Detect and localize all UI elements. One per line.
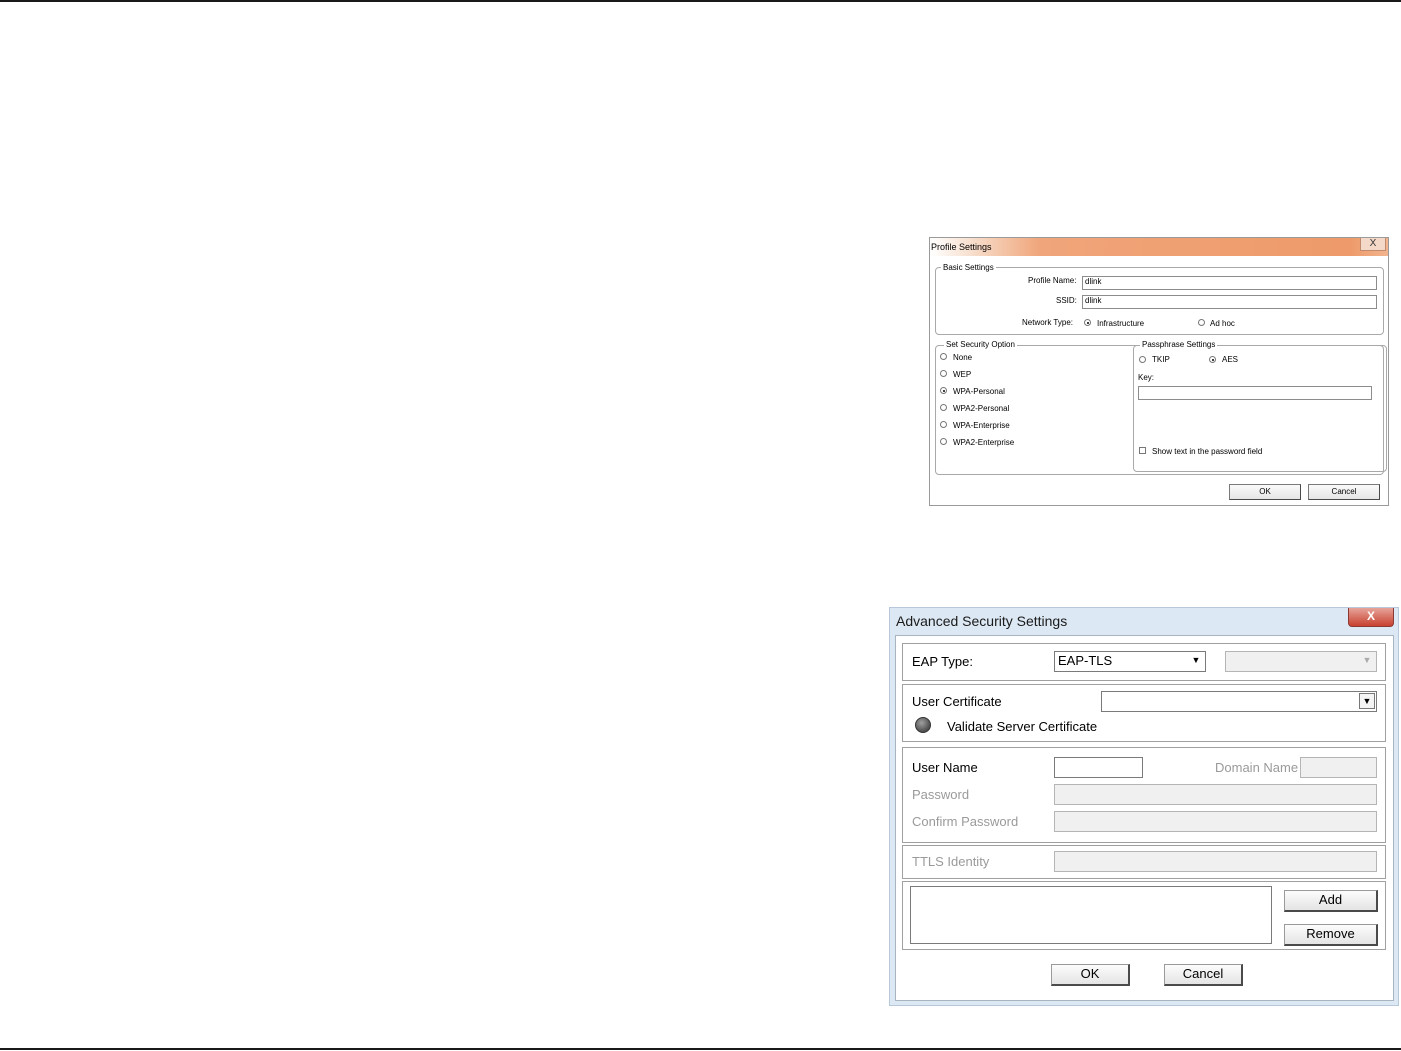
ok-button[interactable]: OK bbox=[1051, 964, 1130, 986]
profile-name-label: Profile Name: bbox=[1028, 276, 1077, 285]
network-type-label: Network Type: bbox=[1022, 318, 1073, 327]
add-button[interactable]: Add bbox=[1284, 890, 1378, 912]
show-text-label: Show text in the password field bbox=[1152, 447, 1263, 456]
ok-button[interactable]: OK bbox=[1229, 484, 1301, 500]
security-option-label-wpa-personal: WPA-Personal bbox=[953, 387, 1005, 396]
security-wpa2-personal-radio[interactable] bbox=[940, 404, 947, 411]
aes-label: AES bbox=[1222, 355, 1239, 364]
profile-settings-titlebar: Profile Settings X bbox=[930, 238, 1388, 256]
security-wpa-personal-radio[interactable] bbox=[940, 387, 947, 394]
validate-server-certificate-toggle[interactable] bbox=[915, 717, 931, 733]
security-option-label-wpa2-enterprise: WPA2-Enterprise bbox=[953, 438, 1015, 447]
profile-name-field[interactable]: dlink bbox=[1082, 276, 1377, 290]
security-option-label: Set Security Option bbox=[944, 340, 1017, 349]
eap-type-select[interactable]: EAP-TLS ▼ bbox=[1054, 651, 1206, 672]
dialog-title: Advanced Security Settings bbox=[896, 613, 1068, 629]
password-label: Password bbox=[912, 787, 970, 802]
chevron-down-icon: ▼ bbox=[1359, 653, 1375, 669]
close-icon[interactable]: X bbox=[1348, 608, 1394, 627]
eap-type-label: EAP Type: bbox=[912, 654, 973, 669]
security-wpa-enterprise-radio[interactable] bbox=[940, 421, 947, 428]
security-wep-radio[interactable] bbox=[940, 370, 947, 377]
cancel-button[interactable]: Cancel bbox=[1308, 484, 1380, 500]
remove-button[interactable]: Remove bbox=[1284, 924, 1378, 946]
basic-settings-label: Basic Settings bbox=[941, 263, 996, 272]
tkip-label: TKIP bbox=[1152, 355, 1170, 364]
confirm-password-field bbox=[1054, 811, 1377, 832]
ttls-identity-label: TTLS Identity bbox=[912, 854, 990, 869]
ssid-field[interactable]: dlink bbox=[1082, 295, 1377, 309]
security-option-label-wpa2-personal: WPA2-Personal bbox=[953, 404, 1010, 413]
key-label: Key: bbox=[1138, 373, 1155, 382]
profile-settings-dialog: Profile Settings X Basic Settings Profil… bbox=[929, 237, 1389, 506]
cancel-button[interactable]: Cancel bbox=[1164, 964, 1243, 986]
security-option-label-wpa-enterprise: WPA-Enterprise bbox=[953, 421, 1010, 430]
passphrase-settings-label: Passphrase Settings bbox=[1140, 340, 1218, 349]
eap-subtype-select: ▼ bbox=[1225, 651, 1377, 672]
user-name-label: User Name bbox=[912, 760, 978, 775]
dialog-title: Profile Settings bbox=[931, 242, 992, 252]
advanced-security-dialog: Advanced Security Settings X EAP Type: E… bbox=[889, 607, 1399, 1006]
top-rule bbox=[0, 0, 1401, 2]
password-field bbox=[1054, 784, 1377, 805]
confirm-password-label: Confirm Password bbox=[912, 814, 1019, 829]
ttls-identity-field bbox=[1054, 851, 1377, 872]
bottom-rule bbox=[0, 1048, 1401, 1050]
user-name-field[interactable] bbox=[1054, 757, 1143, 778]
security-option-label-none: None bbox=[953, 353, 973, 362]
user-certificate-select[interactable]: ▼ bbox=[1101, 691, 1377, 712]
infrastructure-label: Infrastructure bbox=[1097, 319, 1145, 328]
domain-name-label: Domain Name bbox=[1215, 760, 1299, 775]
chevron-down-icon[interactable]: ▼ bbox=[1188, 653, 1204, 669]
validate-server-certificate-label: Validate Server Certificate bbox=[947, 719, 1098, 734]
chevron-down-icon[interactable]: ▼ bbox=[1359, 693, 1375, 709]
adhoc-radio[interactable] bbox=[1198, 319, 1205, 326]
certificate-list[interactable] bbox=[910, 886, 1272, 944]
security-option-label-wep: WEP bbox=[953, 370, 972, 379]
infrastructure-radio[interactable] bbox=[1084, 319, 1091, 326]
aes-radio[interactable] bbox=[1209, 356, 1216, 363]
domain-name-field bbox=[1300, 757, 1377, 778]
show-text-checkbox[interactable] bbox=[1139, 447, 1146, 454]
security-wpa2-enterprise-radio[interactable] bbox=[940, 438, 947, 445]
ssid-label: SSID: bbox=[1056, 296, 1077, 305]
user-certificate-label: User Certificate bbox=[912, 694, 1002, 709]
close-icon[interactable]: X bbox=[1360, 238, 1386, 251]
dialog-client-area: EAP Type: EAP-TLS ▼ ▼ User Certificate ▼… bbox=[895, 635, 1394, 1001]
key-field[interactable] bbox=[1138, 386, 1372, 400]
security-none-radio[interactable] bbox=[940, 353, 947, 360]
adhoc-label: Ad hoc bbox=[1210, 319, 1235, 328]
tkip-radio[interactable] bbox=[1139, 356, 1146, 363]
eap-type-value: EAP-TLS bbox=[1058, 653, 1113, 668]
